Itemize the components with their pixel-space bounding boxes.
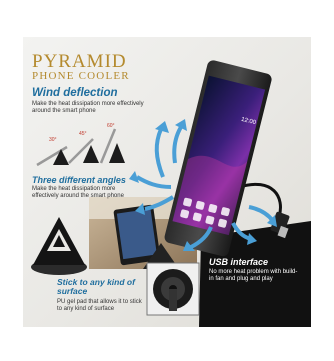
three-angles-text: Make the heat dissipation more effective… <box>32 186 124 199</box>
angle-label-30: 30° <box>49 137 57 143</box>
brand-subtitle: PHONE COOLER <box>32 70 130 82</box>
arrow-up-left-icon <box>154 121 169 178</box>
stick-surface-title: Stick to any kind of surface <box>57 277 135 296</box>
angle-label-45: 45° <box>79 131 87 137</box>
angle-label-60: 60° <box>107 123 115 129</box>
angle-labels: 30° 45° 60° <box>49 123 115 143</box>
smartphone: 12:00 <box>164 60 272 257</box>
stick-surface-text: PU gel pad that allows it to stick to an… <box>57 299 142 312</box>
product-card: 12:00 30° 45° 60° PYRAMID PHONE COOLER W… <box>23 37 311 327</box>
arrow-left-icon <box>129 171 172 189</box>
wind-deflection-text: Make the heat dissipation more effective… <box>32 101 144 114</box>
pyramid-stand <box>31 217 87 275</box>
usb-interface-text: No more heat problem with build-in fan a… <box>209 269 298 282</box>
usb-interface-title: USB interface <box>209 257 269 267</box>
three-angles-title: Three different angles <box>32 175 126 185</box>
wind-deflection-title: Wind deflection <box>32 87 118 99</box>
fan-closeup <box>146 262 200 316</box>
arrow-right-icon <box>248 205 277 227</box>
